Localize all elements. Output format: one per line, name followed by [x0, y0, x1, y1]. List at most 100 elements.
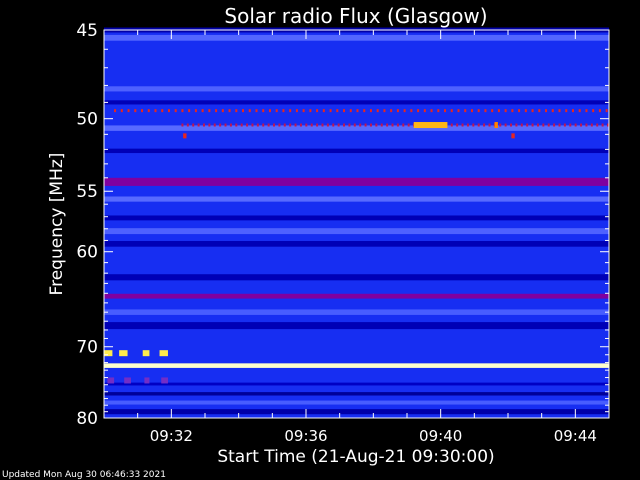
interference-dot — [585, 123, 588, 127]
interference-dot — [483, 123, 486, 127]
interference-dot — [491, 109, 494, 113]
interference-dot — [558, 123, 561, 127]
radio-burst — [124, 377, 131, 384]
interference-dot — [477, 123, 480, 127]
interference-dot — [531, 109, 534, 113]
interference-dot — [114, 109, 117, 113]
frequency-band — [104, 409, 609, 415]
interference-dot — [407, 123, 410, 127]
interference-dot — [289, 123, 292, 127]
interference-dot — [348, 123, 351, 127]
interference-dot — [188, 109, 191, 113]
y-tick-label: 45 — [76, 21, 98, 41]
y-tick-label: 50 — [76, 110, 98, 130]
interference-dot — [590, 123, 593, 127]
spectrogram-figure: Solar radio Flux (Glasgow) 09:32 09:36 09:… — [0, 0, 640, 480]
interference-dot — [299, 123, 302, 127]
interference-dot — [410, 109, 413, 113]
interference-dot — [531, 123, 534, 127]
spectrogram-heatmap — [104, 27, 609, 418]
x-tick-label: 09:40 — [419, 427, 462, 445]
radio-burst — [494, 122, 498, 129]
interference-dot — [456, 123, 459, 127]
interference-dot — [511, 133, 515, 139]
interference-dot — [605, 109, 608, 113]
interference-dot — [134, 109, 137, 113]
interference-dot — [510, 123, 513, 127]
interference-dot — [295, 109, 298, 113]
interference-dot — [256, 123, 259, 127]
interference-dot — [192, 123, 195, 127]
interference-dot — [310, 123, 313, 127]
interference-dot — [520, 123, 523, 127]
interference-dot — [558, 109, 561, 113]
interference-dot — [515, 123, 518, 127]
interference-dot — [402, 123, 405, 127]
radio-burst — [104, 350, 113, 357]
interference-dot — [369, 123, 372, 127]
interference-dot — [437, 109, 440, 113]
interference-dot — [542, 123, 545, 127]
interference-dot — [551, 109, 554, 113]
updated-timestamp: Updated Mon Aug 30 06:46:33 2021 — [2, 470, 166, 480]
interference-dot — [316, 123, 319, 127]
interference-dot — [536, 123, 539, 127]
interference-dot — [268, 109, 271, 113]
interference-dot — [161, 109, 164, 113]
interference-dot — [526, 123, 529, 127]
y-tick-label: 70 — [76, 338, 98, 358]
interference-dot — [375, 123, 378, 127]
interference-dot — [396, 123, 399, 127]
interference-dot — [246, 123, 249, 127]
interference-dot — [201, 109, 204, 113]
radio-burst — [413, 122, 448, 129]
interference-dot — [224, 123, 227, 127]
interference-dot — [417, 109, 420, 113]
interference-dot — [569, 123, 572, 127]
interference-dot — [363, 109, 366, 113]
interference-dot — [120, 109, 123, 113]
y-tick-label: 55 — [76, 182, 98, 202]
radio-burst — [161, 377, 168, 384]
interference-dot — [466, 123, 469, 127]
interference-dot — [194, 109, 197, 113]
interference-dot — [221, 109, 224, 113]
interference-dot — [262, 109, 265, 113]
interference-dot — [278, 123, 281, 127]
frequency-band — [104, 241, 609, 247]
interference-dot — [309, 109, 312, 113]
interference-dot — [390, 109, 393, 113]
interference-dot — [524, 109, 527, 113]
interference-dot — [141, 109, 144, 113]
interference-dot — [181, 109, 184, 113]
interference-dot — [430, 109, 433, 113]
interference-dot — [305, 123, 308, 127]
interference-dot — [518, 109, 521, 113]
interference-dot — [154, 109, 157, 113]
interference-dot — [488, 123, 491, 127]
interference-dot — [127, 109, 130, 113]
interference-dot — [294, 123, 297, 127]
interference-dot — [484, 109, 487, 113]
frequency-band — [104, 34, 609, 41]
interference-dot — [273, 123, 276, 127]
frequency-band — [104, 322, 609, 330]
interference-dot — [326, 123, 329, 127]
interference-dot — [383, 109, 386, 113]
interference-dot — [332, 123, 335, 127]
interference-dot — [472, 123, 475, 127]
interference-dot — [215, 109, 218, 113]
frequency-band — [104, 274, 609, 281]
radio-burst — [142, 350, 150, 357]
interference-dot — [181, 123, 184, 127]
interference-dot — [396, 109, 399, 113]
interference-dot — [457, 109, 460, 113]
interference-dot — [571, 109, 574, 113]
interference-dot — [423, 109, 426, 113]
interference-dot — [538, 109, 541, 113]
interference-dot — [580, 123, 583, 127]
frequency-band — [104, 293, 609, 299]
interference-dot — [545, 109, 548, 113]
frequency-band — [104, 86, 609, 92]
interference-dot — [359, 123, 362, 127]
